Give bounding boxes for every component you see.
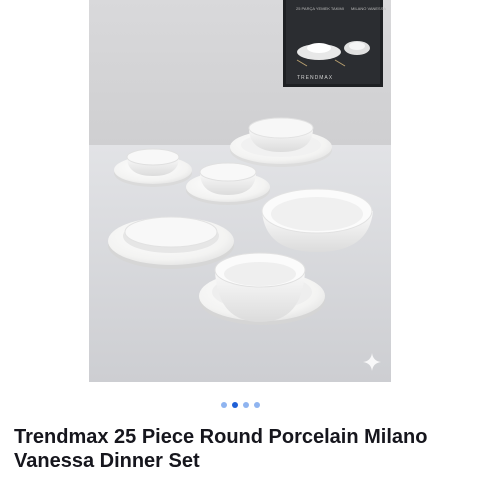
box-inset-image: 25 PARÇA YEMEK TAKIMI MILANO VANESSA TRE… bbox=[283, 0, 386, 87]
box-brand: TRENDMAX bbox=[297, 75, 333, 81]
product-image[interactable]: 25 PARÇA YEMEK TAKIMI MILANO VANESSA TRE… bbox=[89, 0, 391, 382]
carousel-dot[interactable] bbox=[220, 402, 227, 408]
carousel-dot[interactable] bbox=[253, 402, 260, 408]
carousel-dot[interactable] bbox=[242, 402, 249, 408]
product-title: Trendmax 25 Piece Round Porcelain Milano… bbox=[14, 426, 428, 472]
carousel-pagination[interactable] bbox=[0, 399, 480, 411]
box-caption: 25 PARÇA YEMEK TAKIMI bbox=[296, 6, 344, 11]
carousel-dot-active[interactable] bbox=[231, 402, 238, 408]
box-series: MILANO VANESSA bbox=[351, 6, 386, 11]
sparkle-icon bbox=[362, 352, 382, 372]
